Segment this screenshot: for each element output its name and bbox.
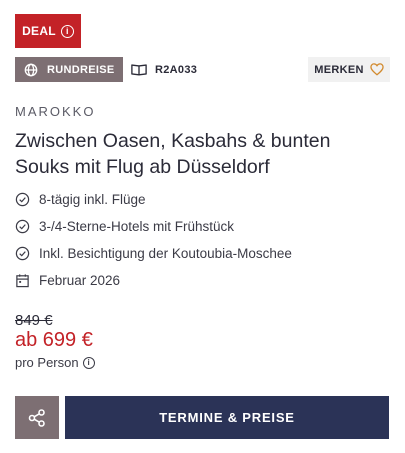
tour-type-badge: RUNDREISE xyxy=(15,57,123,82)
save-button-label: MERKEN xyxy=(314,63,364,76)
calendar-icon xyxy=(16,274,29,288)
info-icon[interactable]: i xyxy=(60,24,74,38)
feature-item: Februar 2026 xyxy=(15,267,292,294)
info-icon[interactable]: i xyxy=(82,356,95,369)
save-button[interactable]: MERKEN xyxy=(308,57,390,82)
country-label: MAROKKO xyxy=(15,104,96,119)
check-circle-icon xyxy=(15,192,30,207)
feature-text: 3-/4-Sterne-Hotels mit Frühstück xyxy=(39,219,235,234)
deal-badge: DEAL i xyxy=(15,14,81,48)
deal-label: DEAL xyxy=(22,24,56,38)
cta-label: TERMINE & PREISE xyxy=(159,410,295,425)
tour-code: R2A033 xyxy=(131,57,197,82)
check-circle-icon xyxy=(15,219,30,234)
feature-text: 8-tägig inkl. Flüge xyxy=(39,192,146,207)
per-person-note: pro Person i xyxy=(15,355,95,370)
feature-item: 3-/4-Sterne-Hotels mit Frühstück xyxy=(15,213,292,240)
tag-row: RUNDREISE R2A033 MERKEN xyxy=(15,57,390,82)
feature-item: 8-tägig inkl. Flüge xyxy=(15,186,292,213)
book-open-icon xyxy=(131,64,147,76)
share-icon xyxy=(28,408,45,427)
feature-item: Inkl. Besichtigung der Koutoubia-Moschee xyxy=(15,240,292,267)
tour-type-label: RUNDREISE xyxy=(47,63,115,76)
offer-title[interactable]: Zwischen Oasen, Kasbahs & bunten Souks m… xyxy=(15,128,375,180)
per-person-label: pro Person xyxy=(15,355,79,370)
share-button[interactable] xyxy=(15,396,59,439)
old-price: 849 € xyxy=(15,312,53,329)
feature-text: Februar 2026 xyxy=(39,273,121,288)
dates-and-prices-button[interactable]: TERMINE & PREISE xyxy=(65,396,389,439)
globe-icon xyxy=(24,63,38,76)
check-circle-icon xyxy=(15,246,30,261)
feature-list: 8-tägig inkl. Flüge 3-/4-Sterne-Hotels m… xyxy=(15,186,292,294)
feature-text: Inkl. Besichtigung der Koutoubia-Moschee xyxy=(39,246,292,261)
tour-code-label: R2A033 xyxy=(155,63,198,76)
current-price: ab 699 € xyxy=(15,329,93,351)
heart-outline-icon xyxy=(370,63,384,76)
